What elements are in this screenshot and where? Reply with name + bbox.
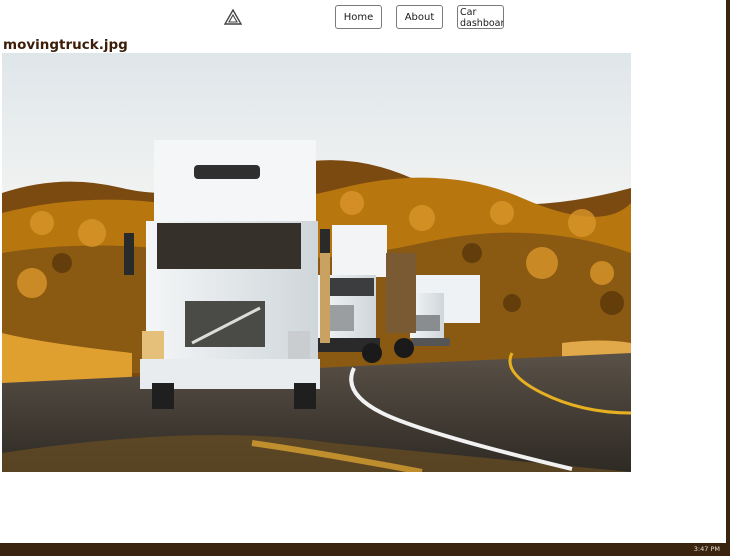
home-button[interactable]: Home xyxy=(335,5,382,29)
triangle-logo-icon[interactable] xyxy=(224,9,242,25)
truck-photo xyxy=(2,53,631,472)
car-dashboard-button[interactable]: Car dashboard xyxy=(457,5,504,29)
taskbar: 3:47 PM xyxy=(0,543,730,556)
taskbar-clock[interactable]: 3:47 PM xyxy=(694,545,720,553)
file-name-heading: movingtruck.jpg xyxy=(3,37,128,53)
app-window: Home About Car dashboard movingtruck.jpg xyxy=(0,0,730,543)
about-button[interactable]: About xyxy=(396,5,443,29)
